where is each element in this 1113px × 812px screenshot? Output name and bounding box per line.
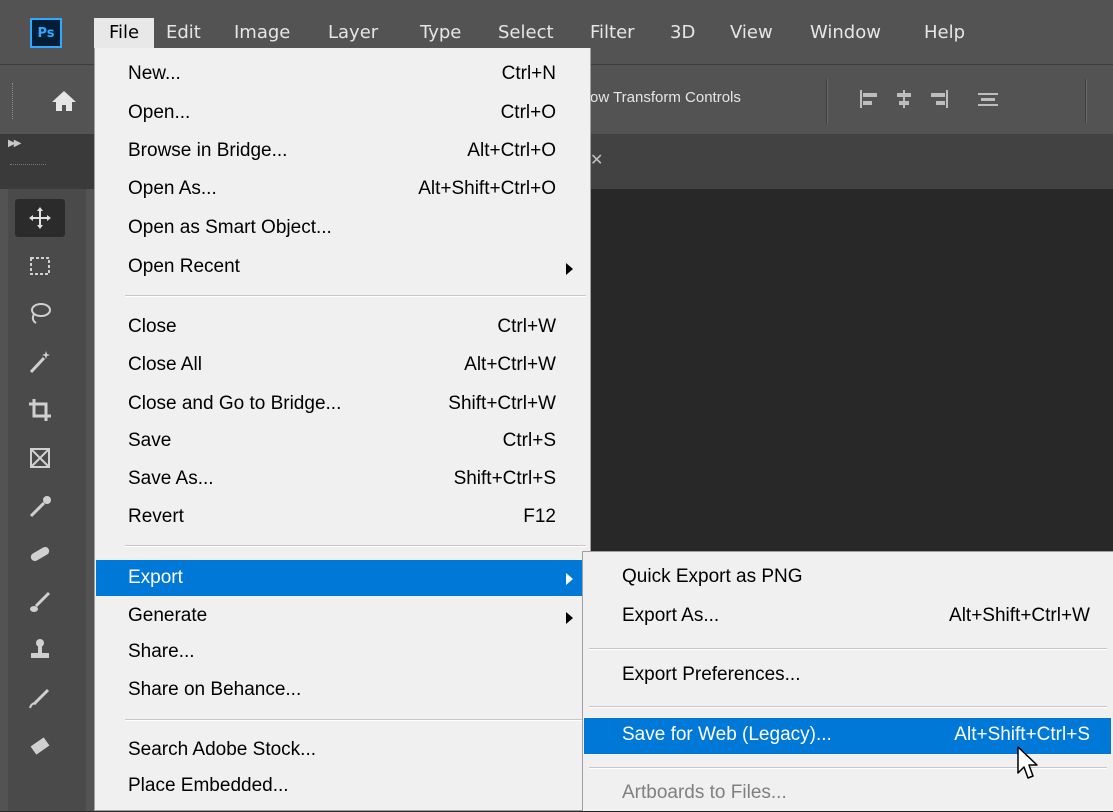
options-bar-grip[interactable] [12,83,16,119]
clone-stamp-tool-icon[interactable] [15,631,65,669]
submenu-item-export-as[interactable]: Export As... Alt+Shift+Ctrl+W [584,599,1111,635]
frame-tool-icon[interactable] [15,439,65,477]
tools-panel-header: ▶▶ [0,134,94,189]
eraser-tool-icon[interactable] [15,727,65,765]
menu-item-generate[interactable]: Generate [96,600,589,634]
menu-layer[interactable]: Layer [328,18,378,48]
menu-separator [125,719,586,721]
lasso-tool-icon[interactable] [15,295,65,333]
menu-help[interactable]: Help [924,18,965,48]
eyedropper-tool-icon[interactable] [15,487,65,525]
collapse-panel-icon[interactable]: ▶▶ [8,138,21,149]
menu-separator [125,295,586,297]
history-brush-tool-icon[interactable] [15,679,65,717]
submenu-arrow-icon [566,612,573,624]
menu-file[interactable]: File [94,18,154,48]
menu-3d[interactable]: 3D [670,18,695,48]
home-icon[interactable] [48,85,80,115]
close-tab-icon[interactable]: ✕ [590,150,603,169]
align-top-edges-icon[interactable] [976,89,1000,109]
menu-item-save[interactable]: Save Ctrl+S [96,425,589,459]
submenu-arrow-icon [566,573,573,585]
align-horizontal-centers-icon[interactable] [892,89,916,109]
magic-wand-tool-icon[interactable] [15,343,65,381]
menu-select[interactable]: Select [498,18,554,48]
menu-item-revert[interactable]: Revert F12 [96,501,589,535]
panel-grip[interactable] [10,164,46,168]
crop-tool-icon[interactable] [15,391,65,429]
marquee-tool-icon[interactable] [15,247,65,285]
menu-item-open[interactable]: Open... Ctrl+O [96,97,589,131]
options-separator [1085,79,1087,123]
menu-item-new[interactable]: New... Ctrl+N [96,58,589,92]
submenu-separator [589,706,1107,708]
menu-type[interactable]: Type [420,18,461,48]
healing-brush-tool-icon[interactable] [15,535,65,573]
menu-item-open-recent[interactable]: Open Recent [96,251,589,285]
align-right-edges-icon[interactable] [926,89,950,109]
menu-item-export[interactable]: Export [96,560,589,596]
brush-tool-icon[interactable] [15,583,65,621]
options-separator [826,79,828,123]
menu-item-open-as-smart-object[interactable]: Open as Smart Object... [96,212,589,246]
menu-item-close-all[interactable]: Close All Alt+Ctrl+W [96,349,589,383]
menu-item-close[interactable]: Close Ctrl+W [96,311,589,345]
submenu-arrow-icon [566,263,573,275]
file-menu: New... Ctrl+N Open... Ctrl+O Browse in Bri… [94,48,591,811]
menu-item-share[interactable]: Share... [96,636,589,670]
menu-item-search-adobe-stock[interactable]: Search Adobe Stock... [96,734,589,768]
menu-view[interactable]: View [730,18,773,48]
menu-separator [125,545,586,547]
submenu-item-quick-export-as-png[interactable]: Quick Export as PNG [584,560,1111,596]
menu-filter[interactable]: Filter [590,18,635,48]
tools-panel [0,189,94,811]
menu-window[interactable]: Window [810,18,881,48]
submenu-item-export-preferences[interactable]: Export Preferences... [584,658,1111,694]
show-transform-controls-label[interactable]: ow Transform Controls [590,89,741,106]
submenu-separator [589,648,1107,650]
menu-image[interactable]: Image [234,18,290,48]
menu-edit[interactable]: Edit [166,18,201,48]
menu-item-close-and-go-to-bridge[interactable]: Close and Go to Bridge... Shift+Ctrl+W [96,388,589,422]
move-tool-icon[interactable] [15,199,65,237]
menu-item-open-as[interactable]: Open As... Alt+Shift+Ctrl+O [96,173,589,207]
mouse-pointer-icon [1017,746,1038,779]
menu-item-share-on-behance[interactable]: Share on Behance... [96,674,589,708]
photoshop-logo[interactable]: Ps [30,18,62,48]
menu-item-browse-in-bridge[interactable]: Browse in Bridge... Alt+Ctrl+O [96,135,589,169]
align-left-edges-icon[interactable] [858,89,882,109]
menu-item-place-embedded[interactable]: Place Embedded... [96,770,589,804]
menu-item-save-as[interactable]: Save As... Shift+Ctrl+S [96,463,589,497]
